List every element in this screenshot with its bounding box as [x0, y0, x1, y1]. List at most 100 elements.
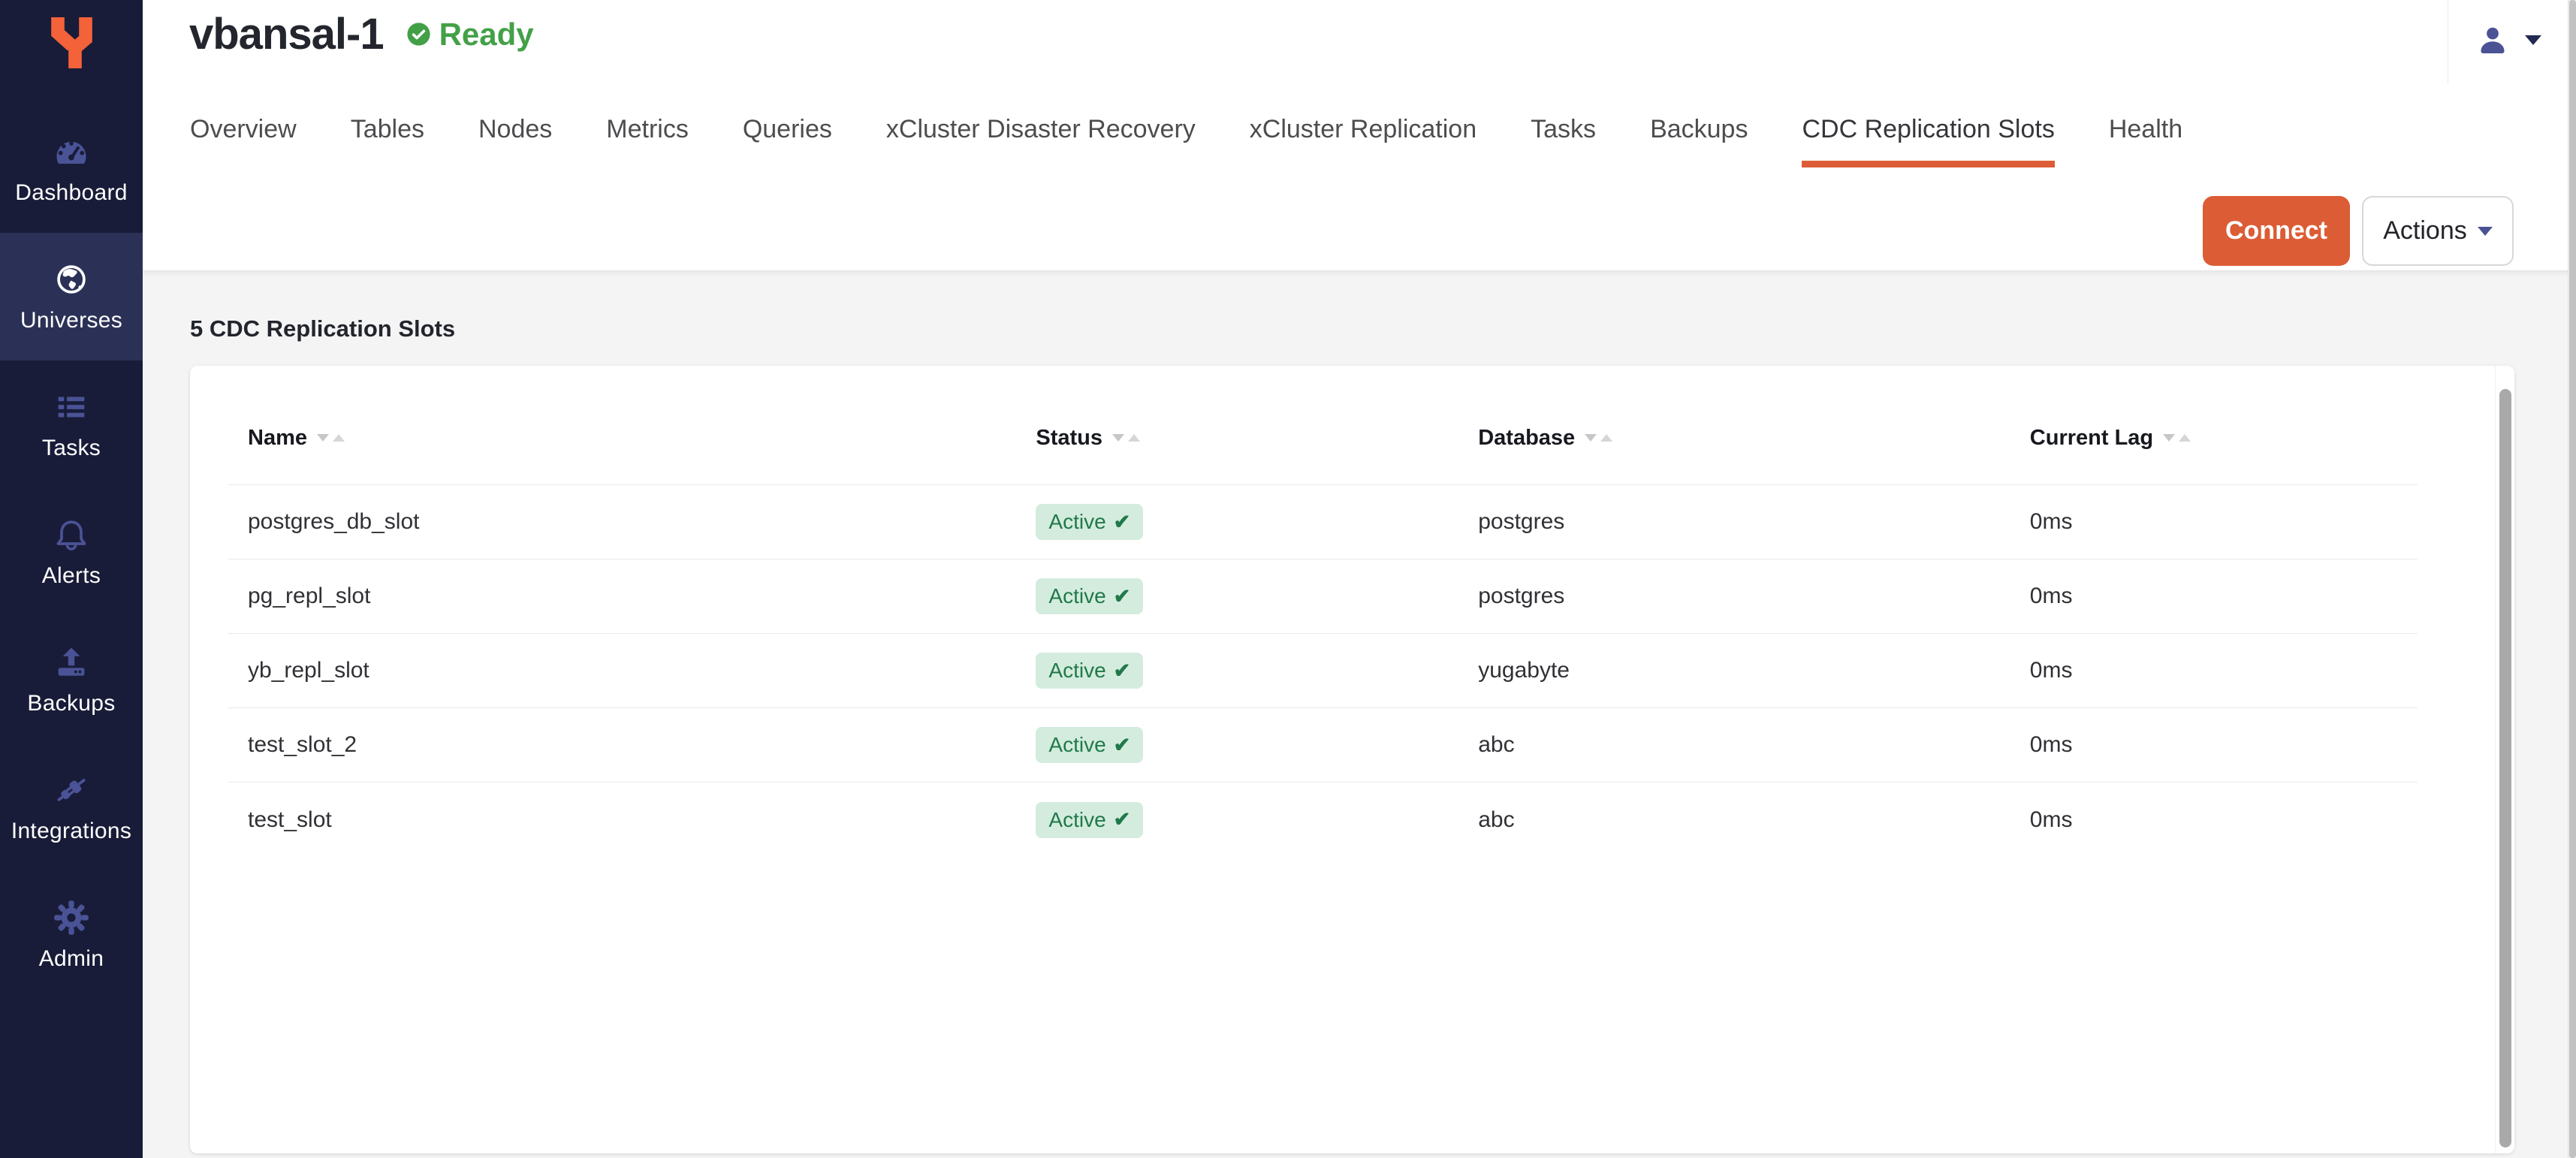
tab-tasks[interactable]: Tasks [1531, 114, 1596, 167]
slot-database-cell: yugabyte [1458, 658, 2010, 683]
sort-asc-icon [333, 434, 345, 442]
user-menu-button[interactable] [2475, 23, 2541, 57]
tab-queries[interactable]: Queries [743, 114, 832, 167]
slot-lag-cell: 0ms [2010, 658, 2418, 683]
column-header-name[interactable]: Name [228, 426, 1016, 451]
tab-xcluster-replication[interactable]: xCluster Replication [1250, 114, 1477, 167]
slot-name-cell: test_slot [228, 807, 1016, 833]
slots-count-heading: 5 CDC Replication Slots [190, 315, 455, 342]
sort-icons[interactable] [317, 434, 345, 442]
slot-status-cell: Active ✔ [1016, 802, 1458, 838]
sort-desc-icon [1112, 434, 1124, 442]
active-status-badge: Active ✔ [1036, 727, 1143, 763]
tab-xcluster-disaster-recovery[interactable]: xCluster Disaster Recovery [886, 114, 1196, 167]
title-row: vbansal-1 Ready [189, 9, 534, 59]
slot-lag-cell: 0ms [2010, 732, 2418, 758]
user-icon [2475, 23, 2510, 57]
card-scrollbar-thumb[interactable] [2499, 389, 2511, 1147]
page-scrollbar[interactable] [2568, 0, 2576, 1158]
sidebar: Dashboard Universes Tasks Alerts Backups [0, 0, 143, 1158]
slot-database-cell: abc [1458, 807, 2010, 833]
status-text: Active [1048, 584, 1106, 608]
actions-button[interactable]: Actions [2362, 196, 2514, 266]
cdc-slots-content: 5 CDC Replication Slots Name Status [143, 270, 2576, 1158]
sidebar-item-backups[interactable]: Backups [0, 616, 143, 743]
sort-asc-icon [1128, 434, 1140, 442]
sidebar-nav: Dashboard Universes Tasks Alerts Backups [0, 105, 143, 999]
table-row[interactable]: test_slot Active ✔ abc 0ms [228, 783, 2418, 857]
sort-icons[interactable] [1585, 434, 1612, 442]
tab-tables[interactable]: Tables [351, 114, 424, 167]
active-status-badge: Active ✔ [1036, 653, 1143, 689]
slot-lag-cell: 0ms [2010, 807, 2418, 833]
dashboard-gauge-icon [52, 132, 91, 171]
backup-upload-icon [52, 643, 91, 682]
sort-asc-icon [2179, 434, 2191, 442]
sidebar-item-admin[interactable]: Admin [0, 871, 143, 999]
column-header-status[interactable]: Status [1016, 426, 1458, 451]
bell-icon [52, 515, 91, 554]
integrations-plug-icon [52, 770, 91, 810]
slots-table: Name Status [228, 391, 2418, 857]
sidebar-item-universes[interactable]: Universes [0, 233, 143, 360]
connect-button[interactable]: Connect [2203, 196, 2350, 266]
table-row[interactable]: yb_repl_slot Active ✔ yugabyte 0ms [228, 634, 2418, 708]
sidebar-item-dashboard[interactable]: Dashboard [0, 105, 143, 233]
sidebar-item-alerts[interactable]: Alerts [0, 488, 143, 616]
sort-desc-icon [2163, 434, 2175, 442]
check-icon: ✔ [1114, 734, 1131, 757]
page-scrollbar-thumb[interactable] [2569, 0, 2576, 1158]
slot-name-cell: pg_repl_slot [228, 584, 1016, 609]
active-status-badge: Active ✔ [1036, 504, 1143, 540]
tab-backups[interactable]: Backups [1650, 114, 1748, 167]
check-circle-icon [406, 22, 431, 47]
yugabyte-logo[interactable] [0, 12, 143, 80]
sort-desc-icon [1585, 434, 1597, 442]
sort-desc-icon [317, 434, 329, 442]
status-text: Active [1048, 510, 1106, 534]
check-icon: ✔ [1114, 511, 1131, 534]
tab-cdc-replication-slots[interactable]: CDC Replication Slots [1802, 114, 2054, 167]
slot-database-cell: abc [1458, 732, 2010, 758]
tab-metrics[interactable]: Metrics [606, 114, 689, 167]
slot-lag-cell: 0ms [2010, 509, 2418, 535]
slot-lag-cell: 0ms [2010, 584, 2418, 609]
gear-icon [52, 898, 91, 937]
table-body: postgres_db_slot Active ✔ postgres 0ms p… [228, 485, 2418, 857]
check-icon: ✔ [1114, 659, 1131, 683]
sort-asc-icon [1600, 434, 1612, 442]
table-row[interactable]: postgres_db_slot Active ✔ postgres 0ms [228, 485, 2418, 559]
tasks-list-icon [52, 388, 91, 427]
tab-nodes[interactable]: Nodes [478, 114, 552, 167]
slots-table-card: Name Status [190, 366, 2514, 1153]
table-header-row: Name Status [228, 391, 2418, 485]
column-header-current-lag[interactable]: Current Lag [2010, 426, 2418, 451]
yugabyte-logo-icon [41, 12, 101, 80]
tab-health[interactable]: Health [2109, 114, 2182, 167]
slot-status-cell: Active ✔ [1016, 653, 1458, 689]
check-icon: ✔ [1114, 585, 1131, 608]
table-row[interactable]: pg_repl_slot Active ✔ postgres 0ms [228, 559, 2418, 634]
slot-database-cell: postgres [1458, 509, 2010, 535]
chevron-down-icon [2478, 227, 2493, 236]
slot-name-cell: yb_repl_slot [228, 658, 1016, 683]
universe-tabs: Overview Tables Nodes Metrics Queries xC… [190, 114, 2182, 167]
sort-icons[interactable] [2163, 434, 2191, 442]
slot-status-cell: Active ✔ [1016, 504, 1458, 540]
status-text: Active [1048, 808, 1106, 832]
tab-overview[interactable]: Overview [190, 114, 297, 167]
sidebar-item-integrations[interactable]: Integrations [0, 743, 143, 871]
slot-database-cell: postgres [1458, 584, 2010, 609]
table-row[interactable]: test_slot_2 Active ✔ abc 0ms [228, 708, 2418, 783]
active-status-badge: Active ✔ [1036, 578, 1143, 614]
sort-icons[interactable] [1112, 434, 1140, 442]
universe-header: vbansal-1 Ready Overview Tables Nodes Me… [143, 0, 2576, 270]
status-text: Active [1048, 733, 1106, 757]
card-scrollbar[interactable] [2495, 366, 2514, 1153]
sidebar-item-tasks[interactable]: Tasks [0, 360, 143, 488]
slot-status-cell: Active ✔ [1016, 578, 1458, 614]
status-badge: Ready [406, 17, 534, 53]
status-label: Ready [439, 17, 534, 53]
column-header-database[interactable]: Database [1458, 426, 2010, 451]
page-title: vbansal-1 [189, 9, 384, 59]
